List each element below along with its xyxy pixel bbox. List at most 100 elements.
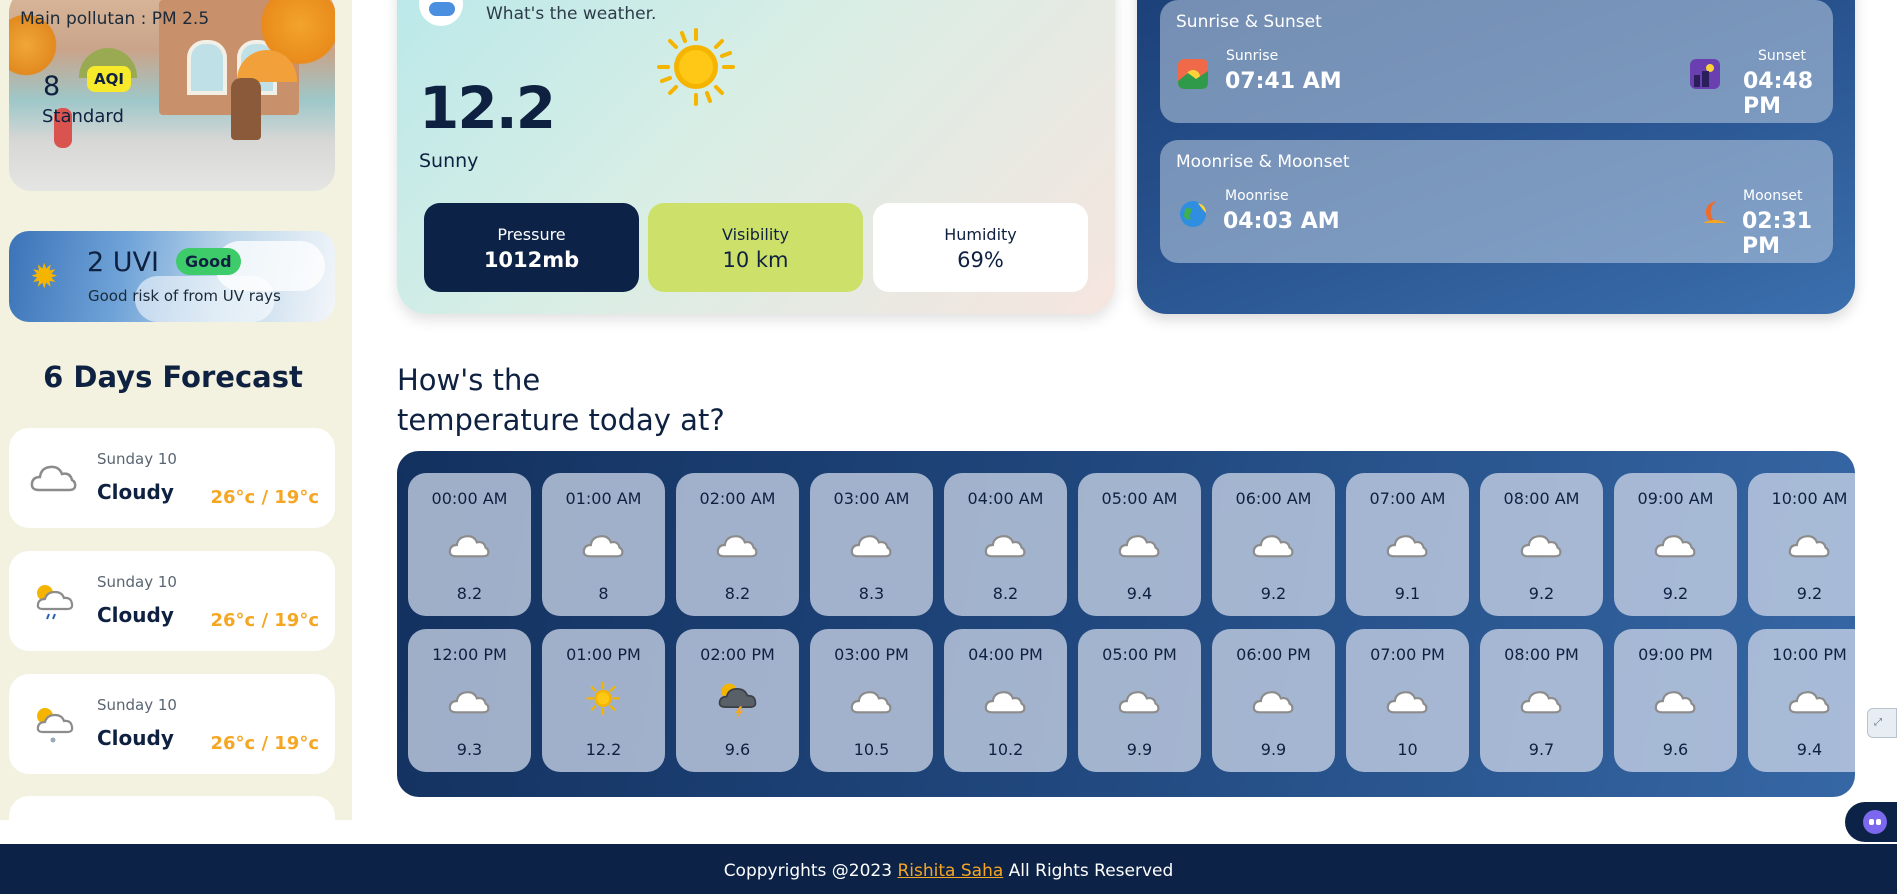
forecast-condition: Cloudy <box>97 726 174 750</box>
cloud-icon <box>30 465 77 492</box>
forecast-day-card[interactable]: Sunday 10 Cloudy 26°c / 19°c <box>9 428 335 528</box>
hourly-temp: 8.2 <box>456 584 483 603</box>
hourly-temp: 9.9 <box>1126 740 1153 759</box>
hourly-temp: 10.2 <box>987 740 1024 759</box>
hourly-card[interactable]: 10:00 PM 9.4 <box>1748 629 1855 772</box>
moonset-icon <box>1703 201 1727 224</box>
cloud-icon <box>1788 535 1830 558</box>
forecast-day-card[interactable]: Sunday 10 Cloudy 26°c / 19°c <box>9 551 335 651</box>
hourly-card[interactable]: 07:00 PM 10 <box>1346 629 1469 772</box>
hourly-card[interactable]: 02:00 AM 8.2 <box>676 473 799 616</box>
hourly-title: How's the temperature today at? <box>397 360 725 440</box>
author-link[interactable]: Rishita Saha <box>897 861 1003 881</box>
chat-bot-button[interactable] <box>1845 802 1897 842</box>
hourly-time: 04:00 AM <box>967 489 1044 508</box>
hourly-time: 02:00 AM <box>699 489 776 508</box>
hourly-card[interactable]: 05:00 AM 9.4 <box>1078 473 1201 616</box>
hourly-time: 05:00 PM <box>1102 645 1177 664</box>
thunderstorm-icon <box>718 683 757 720</box>
pressure-stat: Pressure 1012mb <box>424 203 639 292</box>
hourly-card[interactable]: 01:00 AM 8 <box>542 473 665 616</box>
aqi-card: Main pollutan : PM 2.5 8 AQI Standard <box>9 0 335 191</box>
current-temperature: 12.2 <box>419 74 556 142</box>
expand-icon: ⤢ <box>1874 717 1882 728</box>
cloud-icon <box>850 535 892 558</box>
sunrise-time: 07:41 AM <box>1225 69 1342 94</box>
cloud-icon <box>582 535 624 558</box>
sun-icon: ✹ <box>30 257 59 297</box>
sun-icon <box>657 28 735 106</box>
cloud-icon <box>984 535 1026 558</box>
cloud-icon <box>1386 535 1428 558</box>
sunset-icon <box>1690 59 1720 89</box>
forecast-day: Sunday 10 <box>97 450 177 468</box>
current-weather-card: What's the weather. 12.2 Sunny Pressure … <box>397 0 1115 314</box>
cloud-icon <box>1118 535 1160 558</box>
forecast-day-card[interactable] <box>9 796 335 820</box>
sunset-label: Sunset <box>1758 48 1807 64</box>
hourly-card[interactable]: 03:00 AM 8.3 <box>810 473 933 616</box>
hourly-card[interactable]: 12:00 PM 9.3 <box>408 629 531 772</box>
hourly-temp: 12.2 <box>585 740 622 759</box>
humidity-stat: Humidity 69% <box>873 203 1088 292</box>
hourly-title-line-1: How's the <box>397 363 541 397</box>
pressure-value: 1012mb <box>483 248 580 272</box>
footer-prefix: Coppyrights @2023 <box>723 861 898 881</box>
hourly-title-line-2: temperature today at? <box>397 403 725 437</box>
hourly-time: 08:00 AM <box>1503 489 1580 508</box>
hourly-card[interactable]: 06:00 AM 9.2 <box>1212 473 1335 616</box>
hourly-card[interactable]: 09:00 AM 9.2 <box>1614 473 1737 616</box>
hourly-time: 10:00 PM <box>1772 645 1847 664</box>
hourly-temp: 9.2 <box>1260 584 1287 603</box>
hourly-temp: 8.2 <box>992 584 1019 603</box>
hourly-card[interactable]: 04:00 PM 10.2 <box>944 629 1067 772</box>
hourly-card[interactable]: 08:00 PM 9.7 <box>1480 629 1603 772</box>
hourly-temp: 8 <box>598 584 609 603</box>
hourly-card[interactable]: 08:00 AM 9.2 <box>1480 473 1603 616</box>
sunrise-sunset-title: Sunrise & Sunset <box>1176 12 1322 32</box>
uv-card: ✹ 2 UVI Good Good risk of from UV rays <box>9 231 335 322</box>
hourly-temp: 8.3 <box>858 584 885 603</box>
hourly-time: 12:00 PM <box>432 645 507 664</box>
cloud-icon <box>1252 535 1294 558</box>
moonrise-label: Moonrise <box>1225 188 1289 204</box>
hourly-card[interactable]: 10:00 AM 9.2 <box>1748 473 1855 616</box>
hourly-card[interactable]: 09:00 PM 9.6 <box>1614 629 1737 772</box>
current-condition: Sunny <box>419 150 479 172</box>
forecast-day-card[interactable]: Sunday 10 Cloudy 26°c / 19°c <box>9 674 335 774</box>
hourly-card[interactable]: 01:00 PM 12.2 <box>542 629 665 772</box>
hourly-temp: 10 <box>1397 740 1418 759</box>
moonrise-icon <box>1180 201 1206 227</box>
footer-text: Coppyrights @2023 Rishita Saha All Right… <box>0 844 1897 894</box>
hourly-card[interactable]: 07:00 AM 9.1 <box>1346 473 1469 616</box>
hourly-card[interactable]: 02:00 PM 9.6 <box>676 629 799 772</box>
aqi-badge: AQI <box>87 66 131 92</box>
forecast-title: 6 Days Forecast <box>43 360 303 394</box>
hourly-temp: 9.2 <box>1528 584 1555 603</box>
footer: Coppyrights @2023 Rishita Saha All Right… <box>0 844 1897 894</box>
hourly-card[interactable]: 00:00 AM 8.2 <box>408 473 531 616</box>
forecast-day: Sunday 10 <box>97 573 177 591</box>
moonrise-time: 04:03 AM <box>1223 209 1340 234</box>
pressure-label: Pressure <box>497 225 566 244</box>
hourly-card[interactable]: 04:00 AM 8.2 <box>944 473 1067 616</box>
hourly-time: 01:00 AM <box>565 489 642 508</box>
aqi-standard-label: Standard <box>42 106 124 127</box>
hourly-forecast-panel[interactable]: 00:00 AM 8.2 01:00 AM 8 02:00 AM 8.2 03:00 AM 8… <box>397 451 1855 797</box>
illustration-window <box>187 40 227 95</box>
bot-icon <box>1863 810 1887 834</box>
hourly-temp: 9.7 <box>1528 740 1555 759</box>
hourly-time: 08:00 PM <box>1504 645 1579 664</box>
hourly-card[interactable]: 03:00 PM 10.5 <box>810 629 933 772</box>
moonrise-moonset-panel: Moonrise & Moonset Moonrise 04:03 AM Moo… <box>1160 140 1833 263</box>
side-feedback-tab[interactable]: ⤢ <box>1867 708 1897 738</box>
hourly-card[interactable]: 05:00 PM 9.9 <box>1078 629 1201 772</box>
cloud-icon <box>984 691 1026 714</box>
hourly-time: 06:00 AM <box>1235 489 1312 508</box>
footer-suffix: All Rights Reserved <box>1003 861 1174 881</box>
hourly-temp: 9.9 <box>1260 740 1287 759</box>
hourly-time: 01:00 PM <box>566 645 641 664</box>
hourly-card[interactable]: 06:00 PM 9.9 <box>1212 629 1335 772</box>
hourly-temp: 9.1 <box>1394 584 1421 603</box>
cloud-icon <box>1118 691 1160 714</box>
